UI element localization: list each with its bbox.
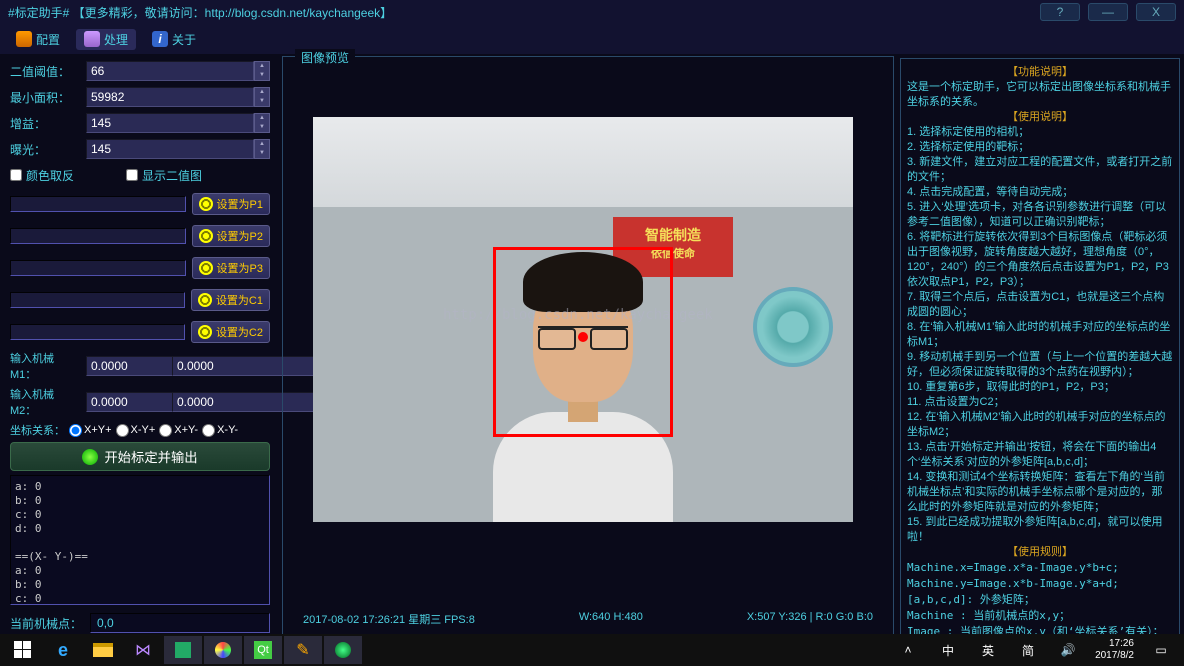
windows-taskbar: e ⋈ Qt ✎ ˄ 中 英 简 🔊 17:262017/8/2 ▭ <box>0 634 1184 666</box>
start-calibration-button[interactable]: 开始标定并输出 <box>10 442 270 471</box>
start-button[interactable] <box>4 636 42 664</box>
minarea-label: 最小面积： <box>10 89 80 106</box>
output-box[interactable]: a: 0b: 0c: 0d: 0 ==(X- Y-)==a: 0b: 0c: 0… <box>10 475 270 605</box>
ime-zh[interactable]: 中 <box>929 636 967 664</box>
radio-xpyp[interactable]: X+Y+ <box>69 424 112 437</box>
radiation-icon <box>198 293 212 307</box>
right-panel: 【功能说明】这是一个标定助手，它可以标定出图像坐标系和机械手坐标系的关系。【使用… <box>896 54 1184 644</box>
m1-label: 输入机械M1： <box>10 350 80 382</box>
exposure-input[interactable] <box>86 139 254 159</box>
volume-icon[interactable]: 🔊 <box>1049 636 1087 664</box>
minarea-spinner[interactable]: ▲▼ <box>254 87 270 107</box>
coord-relation: 坐标关系： X+Y+ X-Y+ X+Y- X-Y- <box>10 422 270 438</box>
set-p3-button[interactable]: 设置为P3 <box>192 257 270 279</box>
edge-icon[interactable]: e <box>44 636 82 664</box>
radiation-icon <box>199 229 213 243</box>
app4-icon[interactable]: ✎ <box>284 636 322 664</box>
play-icon <box>82 449 98 465</box>
toolbar: 配置 处理 i关于 <box>0 24 1184 54</box>
tray-up-icon[interactable]: ˄ <box>889 636 927 664</box>
detection-box <box>493 247 673 437</box>
help-button[interactable]: ? <box>1040 3 1080 21</box>
explorer-icon[interactable] <box>84 636 122 664</box>
tab-config[interactable]: 配置 <box>8 29 68 50</box>
wrench-icon <box>16 31 32 47</box>
tab-about[interactable]: i关于 <box>144 29 204 50</box>
app2-icon[interactable] <box>204 636 242 664</box>
status-size: W:640 H:480 <box>579 611 643 627</box>
fan <box>753 287 833 367</box>
app-title: #标定助手# 【更多精彩，敬请访问：http://blog.csdn.net/k… <box>8 4 1040 21</box>
process-icon <box>84 31 100 47</box>
invert-checkbox[interactable]: 颜色取反 <box>10 167 74 184</box>
center-panel: 图像预览 智能制造依信使命 http://blog.csdn.net/kaych… <box>280 54 896 644</box>
help-box[interactable]: 【功能说明】这是一个标定助手，它可以标定出图像坐标系和机械手坐标系的关系。【使用… <box>900 58 1180 636</box>
gain-spinner[interactable]: ▲▼ <box>254 113 270 133</box>
radio-xmyp[interactable]: X-Y+ <box>116 424 156 437</box>
minimize-button[interactable]: — <box>1088 3 1128 21</box>
set-p1-button[interactable]: 设置为P1 <box>192 193 270 215</box>
minarea-input[interactable] <box>86 87 254 107</box>
status-datetime: 2017-08-02 17:26:21 星期三 FPS:8 <box>303 611 475 627</box>
exposure-spinner[interactable]: ▲▼ <box>254 139 270 159</box>
p3-bar <box>10 260 186 276</box>
gain-input[interactable] <box>86 113 254 133</box>
m2-label: 输入机械M2： <box>10 386 80 418</box>
radio-xmym[interactable]: X-Y- <box>202 424 238 437</box>
preview-legend: 图像预览 <box>295 49 355 66</box>
threshold-spinner[interactable]: ▲▼ <box>254 61 270 81</box>
set-c2-button[interactable]: 设置为C2 <box>191 321 270 343</box>
tab-process[interactable]: 处理 <box>76 29 136 50</box>
p2-bar <box>10 228 186 244</box>
radio-xpym[interactable]: X+Y- <box>159 424 198 437</box>
ime-en[interactable]: 英 <box>969 636 1007 664</box>
ime-simp[interactable]: 简 <box>1009 636 1047 664</box>
set-p2-button[interactable]: 设置为P2 <box>192 225 270 247</box>
info-icon: i <box>152 31 168 47</box>
set-c1-button[interactable]: 设置为C1 <box>191 289 270 311</box>
showbin-checkbox[interactable]: 显示二值图 <box>126 167 202 184</box>
app1-icon[interactable] <box>164 636 202 664</box>
exposure-label: 曝光： <box>10 141 80 158</box>
gain-label: 增益： <box>10 115 80 132</box>
app5-icon[interactable] <box>324 636 362 664</box>
radiation-icon <box>199 197 213 211</box>
p1-bar <box>10 196 186 212</box>
qt-icon[interactable]: Qt <box>244 636 282 664</box>
current-point-label: 当前机械点： <box>10 615 82 632</box>
threshold-input[interactable] <box>86 61 254 81</box>
notification-icon[interactable]: ▭ <box>1142 636 1180 664</box>
c2-bar <box>10 324 185 340</box>
c1-bar <box>10 292 185 308</box>
close-button[interactable]: X <box>1136 3 1176 21</box>
center-dot <box>578 332 588 342</box>
clock[interactable]: 17:262017/8/2 <box>1089 638 1140 662</box>
title-bar: #标定助手# 【更多精彩，敬请访问：http://blog.csdn.net/k… <box>0 0 1184 24</box>
current-point-value: 0,0 <box>90 613 270 633</box>
radiation-icon <box>199 261 213 275</box>
status-line: 2017-08-02 17:26:21 星期三 FPS:8 W:640 H:48… <box>303 611 873 627</box>
vs-icon[interactable]: ⋈ <box>124 636 162 664</box>
status-pixel: X:507 Y:326 | R:0 G:0 B:0 <box>747 611 873 627</box>
radiation-icon <box>198 325 212 339</box>
threshold-label: 二值阈值： <box>10 63 80 80</box>
left-panel: 二值阈值： ▲▼ 最小面积： ▲▼ 增益： ▲▼ 曝光： ▲▼ 颜色取反 显示二值图 设… <box>0 54 280 644</box>
image-preview: 智能制造依信使命 http://blog.csdn.net/kaychangee… <box>313 117 853 522</box>
